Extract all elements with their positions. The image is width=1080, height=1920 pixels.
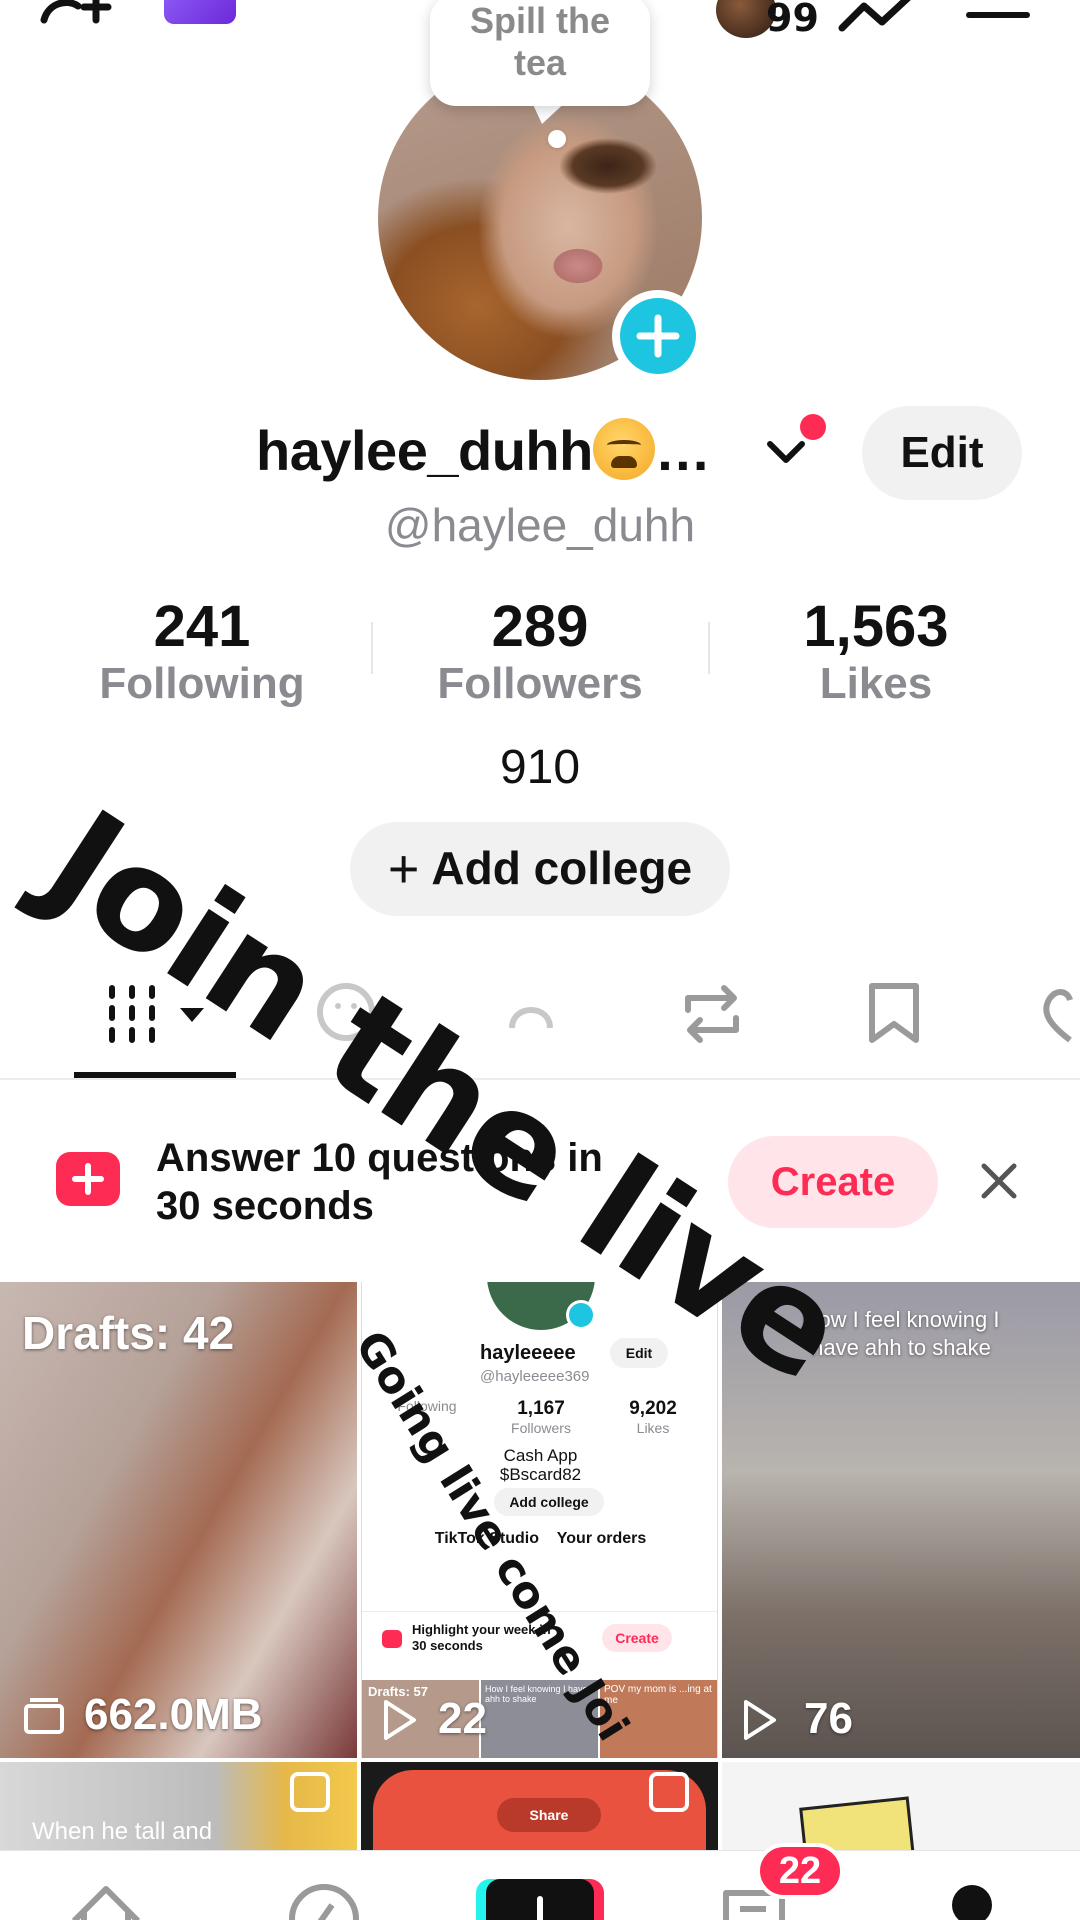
video-caption: How I feel knowing Ihave ahh to shake: [802, 1307, 1000, 1360]
followers-label: Followers: [437, 659, 643, 708]
stat-likes[interactable]: 1,563 Likes: [716, 596, 1036, 710]
carousel-icon: [649, 1772, 689, 1812]
drafts-tile[interactable]: Drafts: 42 662.0MB: [0, 1282, 357, 1758]
menu-icon[interactable]: [966, 12, 1030, 18]
likes-count: 1,563: [803, 594, 949, 659]
drafts-label: Drafts: 42: [22, 1307, 235, 1359]
view-count: 76: [804, 1694, 853, 1743]
mini-stat-likes: 9,202 Likes: [629, 1398, 677, 1436]
video-tile[interactable]: How I feel knowing Ihave ahh to shake 76: [722, 1282, 1080, 1758]
tab-reposts[interactable]: [310, 974, 386, 1059]
profile-bio: 910: [499, 741, 581, 794]
display-name[interactable]: haylee_duhh …: [256, 418, 711, 483]
video-caption: When he tall and: [32, 1818, 213, 1845]
mini-profile-screenshot: hayleeeee Edit @hayleeeee369 Following 1…: [362, 1282, 717, 1758]
followers-count: 289: [491, 594, 589, 659]
mini-links: TikTok Studio Your orders: [434, 1530, 647, 1547]
video-tile[interactable]: When he tall and: [0, 1762, 357, 1852]
create-button[interactable]: Create: [728, 1136, 938, 1228]
tab-saved[interactable]: [864, 974, 924, 1059]
chevron-down-icon[interactable]: [764, 432, 808, 472]
bookmark-icon: [869, 983, 919, 1043]
heart-icon: [1043, 989, 1073, 1043]
banner-text: Answer 10 questions in 30 seconds: [156, 1134, 676, 1230]
profile-stats: 241 Following 289 Followers 1,563 Likes: [0, 596, 1080, 716]
mini-handle: @hayleeeee369: [480, 1368, 590, 1385]
folder-icon: [24, 1698, 64, 1734]
mini-bio: Cash App $Bscard82: [499, 1446, 582, 1484]
following-count: 241: [153, 594, 251, 659]
bottom-nav: 22: [0, 1843, 1080, 1920]
edit-profile-button[interactable]: Edit: [862, 406, 1022, 500]
mini-stat-following: Following: [397, 1398, 457, 1414]
weary-face-emoji-icon: [592, 418, 655, 480]
tab-videos[interactable]: [106, 974, 216, 1059]
mini-edit: Edit: [610, 1338, 668, 1368]
plus-icon: +: [387, 839, 420, 899]
active-tab-indicator: [74, 1072, 236, 1078]
mini-banner: Highlight your week in 30 seconds Create: [362, 1620, 717, 1662]
inbox-badge: 22: [756, 1843, 844, 1899]
banner-line-2: 30 seconds: [156, 1184, 374, 1228]
video-tile[interactable]: Share: [361, 1762, 718, 1852]
home-icon[interactable]: [66, 1875, 146, 1920]
share-pill: Share: [497, 1798, 601, 1832]
analytics-icon[interactable]: [838, 0, 918, 36]
stat-following[interactable]: 241 Following: [42, 596, 362, 710]
plus-icon: [636, 314, 680, 358]
mini-tabs: [362, 1572, 717, 1612]
mini-name: hayleeeee: [480, 1342, 576, 1364]
discover-icon[interactable]: [284, 1875, 364, 1920]
carousel-icon: [290, 1772, 330, 1812]
video-tile[interactable]: [722, 1762, 1080, 1852]
drafts-size: 662.0MB: [84, 1690, 263, 1739]
add-college-label: Add college: [431, 842, 693, 894]
display-name-ellipsis: …: [654, 419, 711, 482]
add-friend-icon[interactable]: [38, 0, 128, 40]
following-label: Following: [99, 659, 305, 708]
content-tabs: [0, 970, 1080, 1080]
stat-divider: [371, 622, 373, 674]
likes-label: Likes: [819, 659, 933, 708]
speech-dot: [548, 130, 566, 148]
tab-repost[interactable]: [672, 974, 752, 1059]
video-tile[interactable]: hayleeeee Edit @hayleeeee369 Following 1…: [361, 1282, 718, 1758]
highlight-banner: Answer 10 questions in 30 seconds Create: [0, 1120, 1080, 1240]
view-count: 22: [438, 1694, 487, 1743]
lock-icon: [509, 1007, 553, 1029]
stat-divider: [708, 622, 710, 674]
mini-add-college: Add college: [494, 1488, 604, 1516]
tab-liked[interactable]: [1040, 974, 1080, 1059]
mini-plus-icon: [566, 1300, 596, 1330]
note-line-2: tea: [513, 42, 567, 83]
banner-line-1: Answer 10 questions in: [156, 1136, 603, 1180]
play-icon: [744, 1700, 776, 1740]
close-icon[interactable]: [978, 1160, 1020, 1202]
videos-grid-icon: [109, 985, 204, 1043]
add-college-button[interactable]: + Add college: [350, 822, 730, 916]
stat-followers[interactable]: 289 Followers: [380, 596, 700, 710]
create-video-button[interactable]: [476, 1879, 604, 1920]
smiley-icon: [317, 983, 375, 1041]
notification-dot: [800, 414, 826, 440]
add-story-button[interactable]: [612, 290, 704, 382]
play-icon: [384, 1700, 416, 1740]
mini-stat-followers: 1,167 Followers: [511, 1398, 571, 1436]
plus-box-icon: [56, 1152, 120, 1206]
display-name-text: haylee_duhh: [256, 419, 593, 482]
note-speech-bubble[interactable]: Spill the tea: [430, 0, 650, 106]
note-line-1: Spill the: [469, 0, 610, 41]
username-handle: @haylee_duhh: [384, 499, 696, 551]
notification-count: 99: [766, 0, 819, 40]
profile-icon[interactable]: [942, 1875, 1002, 1920]
video-grid: Drafts: 42 662.0MB hayleeeee Edit @hayle…: [0, 1282, 1080, 1852]
studio-badge-icon[interactable]: [164, 0, 236, 24]
tab-private[interactable]: [496, 974, 566, 1059]
plus-icon: [537, 1896, 543, 1920]
repost-icon: [685, 985, 739, 1043]
